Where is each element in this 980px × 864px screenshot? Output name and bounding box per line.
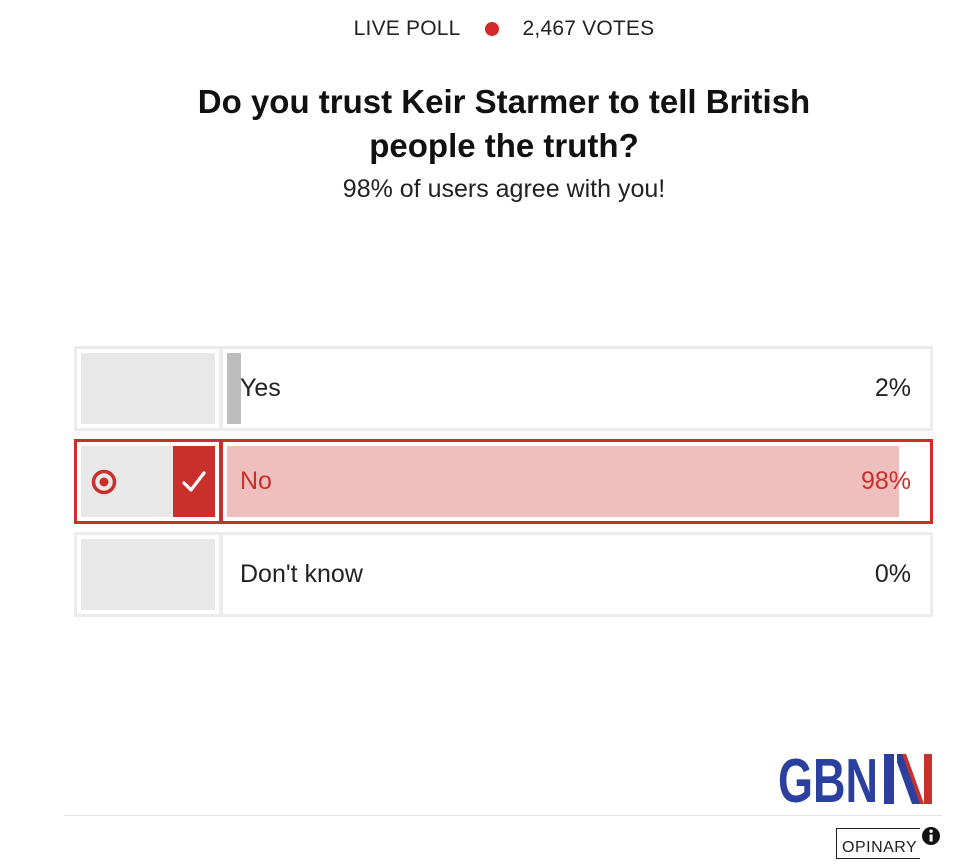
option-percent: 98% (860, 467, 911, 495)
live-poll-label: LIVE POLL (353, 17, 461, 40)
selected-check-tab (173, 446, 215, 517)
info-icon[interactable] (921, 826, 941, 846)
poll-question: Do you trust Keir Starmer to tell Britis… (0, 80, 980, 168)
option-divider (219, 535, 223, 614)
footer-divider (64, 815, 942, 816)
option-label: Yes (240, 374, 281, 402)
vote-count: 2,467 VOTES (522, 17, 655, 40)
result-bar (227, 353, 241, 424)
checkmark-icon (182, 470, 206, 492)
option-divider (219, 442, 223, 521)
radio-selected-icon (91, 469, 117, 495)
result-subtitle: 98% of users agree with you! (342, 175, 666, 203)
gbn-logo-text: GBN (778, 752, 878, 806)
question-line-2: people the truth? (369, 127, 639, 164)
result-bar (227, 446, 899, 517)
option-label: Don't know (240, 560, 363, 588)
question-line-1: Do you trust Keir Starmer to tell Britis… (197, 83, 811, 120)
option-divider (219, 349, 223, 428)
poll-header: LIVE POLL 2,467 VOTES (0, 17, 980, 41)
option-label: No (240, 467, 272, 495)
option-percent: 2% (874, 374, 911, 402)
live-dot-icon (484, 22, 499, 36)
opinary-brand[interactable]: OPINARY (836, 826, 941, 859)
option-percent: 0% (874, 560, 911, 588)
opinary-label[interactable]: OPINARY (836, 828, 921, 859)
poll-option-yes[interactable]: Yes 2% (74, 346, 933, 431)
option-select-box[interactable] (81, 539, 215, 610)
poll-option-dont-know[interactable]: Don't know 0% (74, 532, 933, 617)
option-select-box[interactable] (81, 353, 215, 424)
gbn-logo: GBN (778, 752, 932, 806)
poll-option-no[interactable]: No 98% (74, 439, 933, 524)
